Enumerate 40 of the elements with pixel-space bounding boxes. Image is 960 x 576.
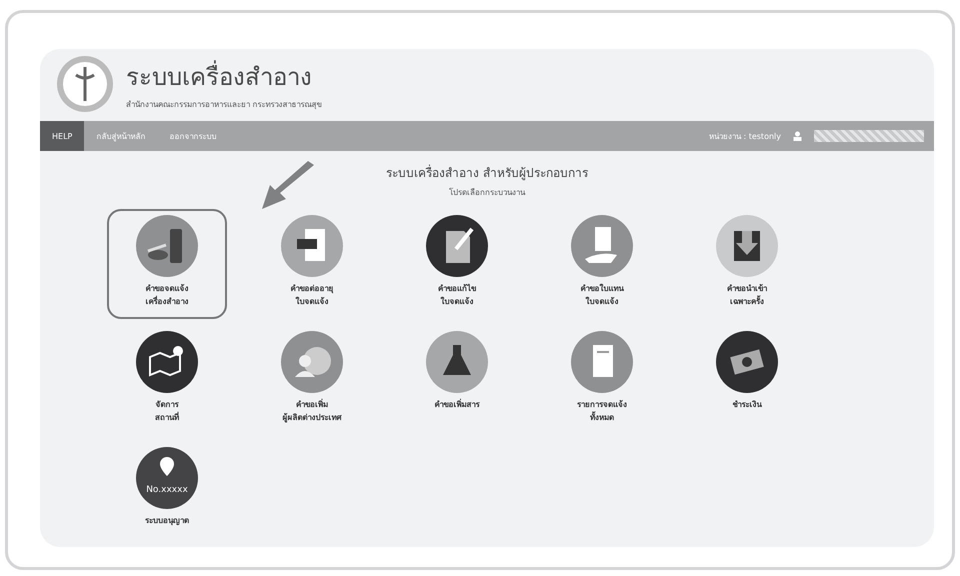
user-icon xyxy=(793,131,802,141)
site-subtitle: สำนักงานคณะกรรมการอาหารและยา กระทรวงสาธารณสุข xyxy=(126,99,322,111)
service-icon[interactable] xyxy=(136,215,198,277)
service-label[interactable]: คำขอเพิ่ม ผู้ผลิตต่างประเทศ xyxy=(282,399,342,425)
service-label[interactable]: คำขอต่ออายุ ใบจดแจ้ง xyxy=(290,283,334,309)
service-tile[interactable]: คำขอเพิ่ม ผู้ผลิตต่างประเทศ xyxy=(252,325,372,435)
pointer-arrow xyxy=(260,161,316,211)
service-label[interactable]: ชำระเงิน xyxy=(732,399,762,412)
service-icon[interactable] xyxy=(716,331,778,393)
service-tile[interactable]: จัดการ สถานที่ xyxy=(107,325,227,435)
service-icon[interactable] xyxy=(426,215,488,277)
service-tile[interactable]: คำขอเพิ่มสาร xyxy=(397,325,517,435)
service-icon[interactable] xyxy=(136,447,198,509)
service-label[interactable]: คำขอจดแจ้ง เครื่องสำอาง xyxy=(146,283,188,309)
icon-caption: No.xxxxx xyxy=(145,485,189,495)
service-icon[interactable] xyxy=(281,215,343,277)
nav-link[interactable]: HELP xyxy=(40,121,84,151)
caduceus-logo-icon xyxy=(56,55,114,113)
service-tile[interactable]: คำขอแก้ไข ใบจดแจ้ง xyxy=(397,209,517,319)
service-icon[interactable] xyxy=(136,331,198,393)
service-tile[interactable]: คำขอจดแจ้ง เครื่องสำอาง xyxy=(107,209,227,319)
service-tile[interactable]: คำขอนำเข้า เฉพาะครั้ง xyxy=(687,209,807,319)
service-icon[interactable] xyxy=(716,215,778,277)
service-tile[interactable]: No.xxxxx ระบบอนุญาต xyxy=(107,441,227,547)
service-tile[interactable]: รายการจดแจ้ง ทั้งหมด xyxy=(542,325,662,435)
service-label[interactable]: รายการจดแจ้ง ทั้งหมด xyxy=(577,399,627,425)
service-label[interactable]: คำขอใบแทน ใบจดแจ้ง xyxy=(580,283,624,309)
service-label[interactable]: คำขอแก้ไข ใบจดแจ้ง xyxy=(438,283,476,309)
service-tile[interactable]: คำขอใบแทน ใบจดแจ้ง xyxy=(542,209,662,319)
service-label[interactable]: ระบบอนุญาต xyxy=(145,515,189,528)
site-title: ระบบเครื่องสำอาง xyxy=(126,57,322,96)
service-label[interactable]: จัดการ สถานที่ xyxy=(155,399,179,425)
service-label[interactable]: คำขอนำเข้า เฉพาะครั้ง xyxy=(727,283,767,309)
service-tile[interactable]: ชำระเงิน xyxy=(687,325,807,435)
service-tile[interactable]: คำขอต่ออายุ ใบจดแจ้ง xyxy=(252,209,372,319)
service-icon[interactable] xyxy=(426,331,488,393)
page-subheading: โปรดเลือกกระบวนงาน xyxy=(449,186,525,199)
service-label[interactable]: คำขอเพิ่มสาร xyxy=(434,399,480,412)
page-heading: ระบบเครื่องสำอาง สำหรับผู้ประกอบการ xyxy=(386,164,588,182)
agency-label: หน่วยงาน : testonly xyxy=(708,130,781,142)
